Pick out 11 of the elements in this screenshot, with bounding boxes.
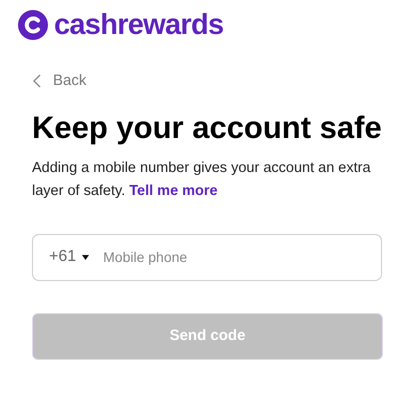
phone-input-field[interactable]: +61 Mobile phone [32,234,382,280]
mobile-phone-input[interactable]: Mobile phone [103,246,381,268]
country-code-select[interactable]: +61 [49,245,90,269]
description-text: Adding a mobile number gives your account an extra layer of safety. Tell me more [32,158,372,200]
page-heading: Keep your account safe [32,108,382,146]
tell-me-more-link[interactable]: Tell me more [129,182,218,198]
chevron-left-icon [33,74,41,88]
brand-name: cashrewards [54,10,224,40]
logo-icon [18,10,48,40]
back-link[interactable]: Back [33,70,86,92]
dropdown-icon [82,254,90,260]
